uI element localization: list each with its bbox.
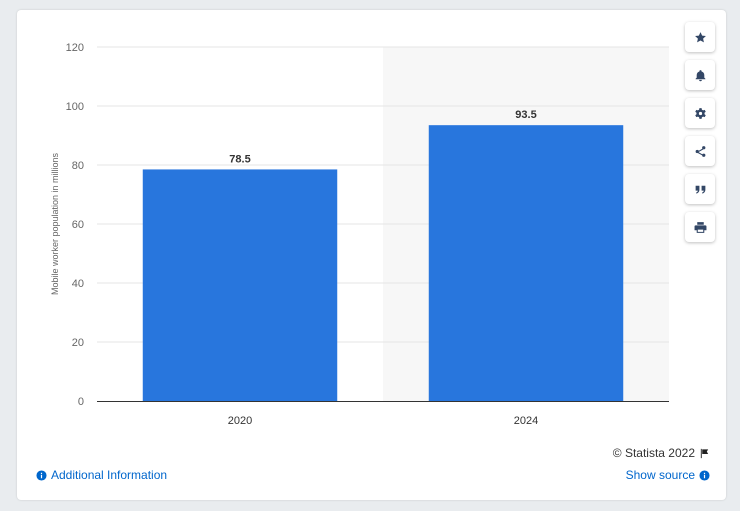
y-tick-label: 120 <box>66 42 84 54</box>
y-tick-label: 20 <box>72 337 84 349</box>
info-icon <box>36 469 47 481</box>
print-button[interactable] <box>685 212 715 242</box>
info-icon <box>699 469 710 481</box>
bar-2024 <box>428 125 624 402</box>
bell-icon <box>695 69 705 81</box>
x-tick-label: 2024 <box>514 415 538 427</box>
print-icon <box>694 221 706 233</box>
bar-2020 <box>142 169 338 401</box>
credit-text: © Statista 2022 <box>612 446 695 460</box>
copyright-credit: © Statista 2022 <box>613 446 710 460</box>
show-source-label: Show source <box>625 468 695 482</box>
additional-information-link[interactable]: Additional Information <box>36 468 167 482</box>
notification-button[interactable] <box>685 60 715 90</box>
share-icon <box>695 145 705 157</box>
star-icon <box>694 31 706 42</box>
additional-information-label: Additional Information <box>51 468 168 482</box>
bar-chart: 0 20 40 60 80 100 120 Mobile worker population … <box>50 42 669 427</box>
gear-icon <box>694 107 706 119</box>
data-label-2024: 93.5 <box>515 109 536 121</box>
favorite-button[interactable] <box>685 22 715 52</box>
y-tick-label: 40 <box>72 278 84 290</box>
y-tick-label: 80 <box>72 160 84 172</box>
show-source-link[interactable]: Show source <box>626 468 710 482</box>
y-tick-label: 0 <box>78 396 84 408</box>
data-label-2020: 78.5 <box>229 153 250 165</box>
x-tick-label: 2020 <box>228 415 252 427</box>
flag-icon <box>700 448 709 458</box>
share-button[interactable] <box>685 136 715 166</box>
y-tick-label: 100 <box>66 101 84 113</box>
y-tick-label: 60 <box>72 219 84 231</box>
quote-icon <box>695 185 705 194</box>
cite-button[interactable] <box>685 174 715 204</box>
chart-card: 0 20 40 60 80 100 120 Mobile worker population … <box>17 10 726 500</box>
settings-button[interactable] <box>685 98 715 128</box>
y-axis-title: Mobile worker population in millions <box>50 152 60 295</box>
